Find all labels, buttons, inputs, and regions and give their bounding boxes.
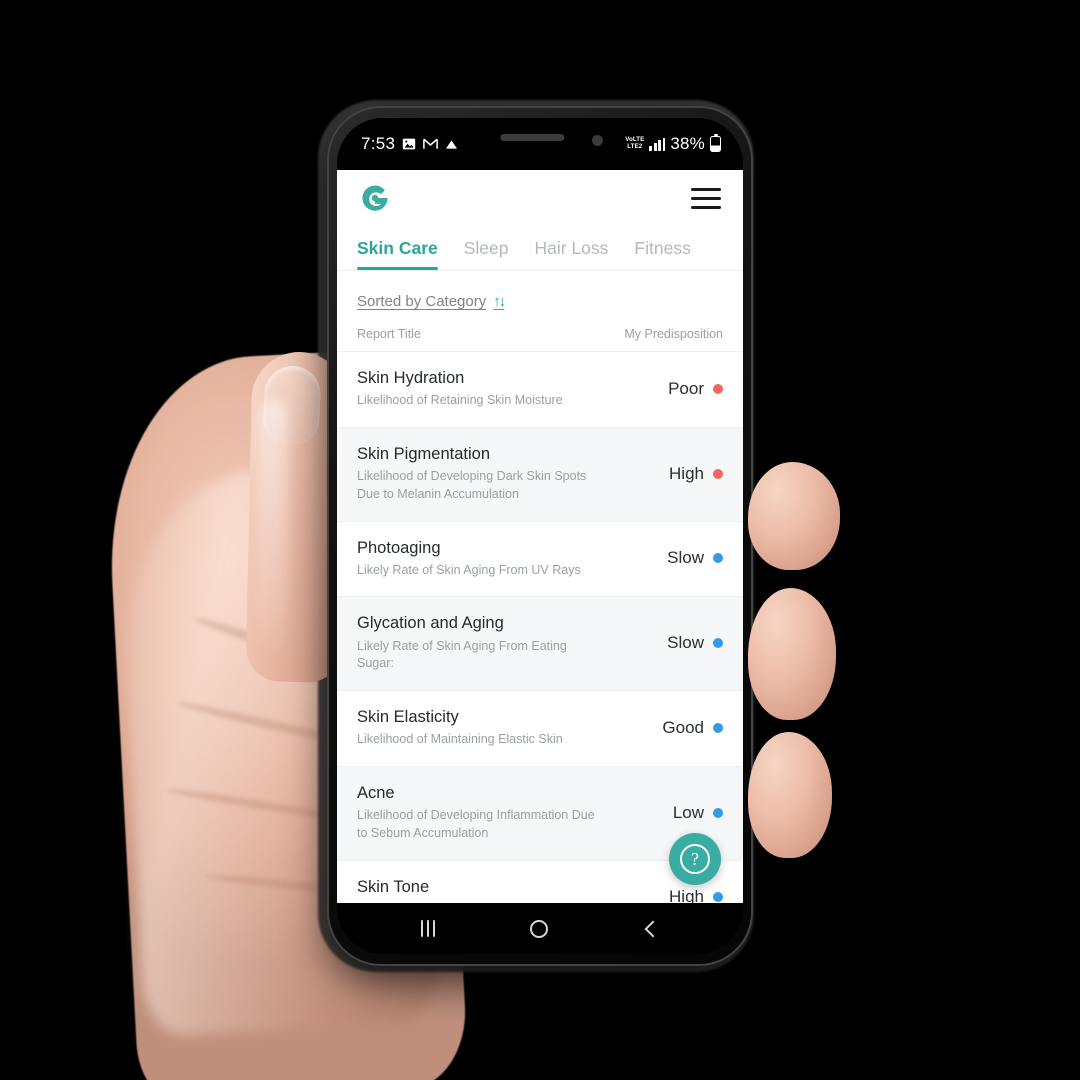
sort-by-category-link[interactable]: Sorted by Category ↑↓ — [357, 293, 506, 310]
report-title: Skin Hydration — [357, 369, 465, 387]
status-badge — [713, 468, 723, 479]
row-text: Acne Likelihood of Developing Inflammatio… — [357, 783, 663, 843]
row-text: Skin Pigmentation Likelihood of Developin… — [357, 444, 659, 504]
report-subtitle: Likelihood of Developing Dark Skin Spots… — [357, 469, 587, 501]
help-fab-button[interactable]: ? — [669, 833, 721, 885]
status-badge — [713, 807, 723, 818]
status-badge — [713, 722, 723, 733]
row-text: Glycation and Aging Likely Rate of Skin A… — [357, 613, 657, 673]
battery-icon — [710, 133, 721, 152]
report-subtitle: Likelihood of Developing Inflammation Du… — [357, 808, 595, 840]
table-row[interactable]: Skin Elasticity Likelihood of Maintaining… — [337, 690, 743, 766]
fingertip — [748, 462, 840, 570]
status-badge — [713, 553, 723, 564]
report-title: Acne — [357, 783, 395, 802]
table-row[interactable]: Photoaging Likely Rate of Skin Aging From… — [337, 520, 743, 597]
value-label: Poor — [668, 378, 704, 398]
column-headers: Report Title My Predisposition — [337, 315, 743, 351]
phone-screen: 7:53 VoLTE LTE2 38% Skin Care Sleep Hair… — [337, 118, 743, 954]
home-icon[interactable] — [529, 919, 548, 938]
fingertip — [748, 732, 832, 858]
status-time: 7:53 — [361, 134, 396, 153]
table-row[interactable]: Glycation and Aging Likely Rate of Skin A… — [337, 596, 743, 690]
screenshot-stage: 7:53 VoLTE LTE2 38% Skin Care Sleep Hair… — [0, 0, 1080, 1080]
app-viewport: Skin Care Sleep Hair Loss Fitness Sorted… — [337, 170, 743, 903]
value-label: High — [669, 887, 704, 903]
help-question-icon: ? — [680, 844, 710, 874]
recents-icon[interactable] — [420, 920, 435, 937]
report-subtitle: Likely Rate of Skin Aging From UV Rays — [357, 562, 581, 577]
app-header — [337, 170, 743, 226]
tab-hair-loss[interactable]: Hair Loss — [535, 230, 609, 270]
report-subtitle: Likely Rate of Skin Aging From Eating Su… — [357, 638, 567, 671]
report-title: Skin Tone — [357, 877, 430, 896]
predisposition-value: Slow — [667, 548, 723, 568]
back-icon[interactable] — [643, 920, 662, 937]
front-camera — [592, 135, 603, 146]
sort-label: Sorted by Category — [357, 293, 487, 310]
status-badge — [713, 638, 723, 649]
predisposition-value: Good — [662, 718, 723, 738]
signal-bars-icon — [649, 137, 666, 151]
battery-percent: 38% — [670, 134, 705, 153]
value-label: Slow — [667, 548, 704, 568]
predisposition-value: High — [669, 887, 723, 903]
upload-arrow-icon — [445, 139, 458, 150]
android-nav-bar — [337, 903, 743, 954]
table-row[interactable]: Skin Pigmentation Likelihood of Developin… — [337, 426, 743, 521]
fingertip — [748, 588, 836, 720]
sort-row: Sorted by Category ↑↓ — [337, 271, 743, 315]
status-badge — [713, 383, 723, 394]
value-label: High — [669, 463, 704, 483]
row-text: Photoaging Likely Rate of Skin Aging From… — [357, 538, 657, 580]
thumb-highlight — [258, 400, 288, 650]
column-header-report-title: Report Title — [357, 327, 421, 341]
report-title: Photoaging — [357, 538, 441, 557]
report-list: Skin Hydration Likelihood of Retaining Sk… — [337, 351, 743, 903]
tab-sleep[interactable]: Sleep — [464, 230, 509, 270]
status-bar: 7:53 VoLTE LTE2 38% — [337, 118, 743, 170]
report-title: Glycation and Aging — [357, 614, 504, 633]
phone-device: 7:53 VoLTE LTE2 38% Skin Care Sleep Hair… — [329, 108, 751, 964]
value-label: Slow — [667, 633, 704, 653]
tab-fitness[interactable]: Fitness — [634, 230, 690, 270]
value-label: Low — [672, 802, 704, 822]
volte-indicator: VoLTE LTE2 — [625, 136, 645, 150]
report-subtitle: Likelihood of Retaining Skin Moisture — [357, 393, 563, 408]
row-text: Skin Hydration Likelihood of Retaining Sk… — [357, 368, 658, 410]
sort-arrows-icon: ↑↓ — [493, 293, 506, 310]
row-text: Skin Elasticity Likelihood of Maintaining… — [357, 707, 652, 749]
photos-icon — [402, 137, 416, 151]
predisposition-value: Slow — [667, 633, 723, 653]
status-bar-left: 7:53 — [361, 134, 458, 154]
column-header-predisposition: My Predisposition — [624, 327, 723, 341]
report-subtitle: Likelihood of Naturally Light Skin Tone — [357, 901, 602, 903]
gmail-icon — [423, 138, 439, 150]
report-title: Skin Elasticity — [357, 708, 459, 726]
gene-logo — [357, 180, 393, 216]
value-label: Good — [662, 717, 704, 737]
status-bar-right: VoLTE LTE2 38% — [625, 133, 721, 154]
row-text: Skin Tone Likelihood of Naturally Light S… — [357, 877, 659, 904]
tab-skin-care[interactable]: Skin Care — [357, 230, 438, 270]
predisposition-value: High — [669, 464, 723, 484]
report-subtitle: Likelihood of Maintaining Elastic Skin — [357, 732, 563, 747]
status-badge — [713, 892, 723, 903]
hamburger-menu-icon[interactable] — [691, 187, 721, 209]
category-tabs: Skin Care Sleep Hair Loss Fitness — [337, 226, 743, 271]
report-title: Skin Pigmentation — [357, 444, 490, 463]
table-row[interactable]: Skin Hydration Likelihood of Retaining Sk… — [337, 351, 743, 427]
earpiece-speaker — [500, 134, 565, 141]
predisposition-value: Poor — [668, 379, 723, 399]
predisposition-value: Low — [673, 803, 723, 823]
